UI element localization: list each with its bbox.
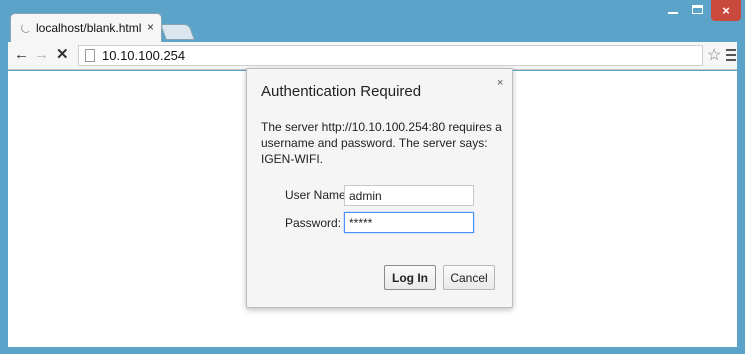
stop-icon[interactable]: ✕ [56, 46, 69, 64]
close-window-button[interactable]: × [711, 0, 741, 21]
page-icon [85, 49, 95, 62]
maximize-icon [692, 5, 703, 14]
new-tab-button[interactable] [160, 24, 195, 40]
toolbar: ← → ✕ 10.10.100.254 ☆ [8, 42, 737, 70]
dialog-message: The server http://10.10.100.254:80 requi… [261, 120, 502, 166]
username-label: User Name: [285, 188, 350, 202]
minimize-icon [668, 12, 678, 14]
password-input[interactable] [344, 212, 474, 233]
title-bar: localhost/blank.html × × [0, 0, 745, 42]
forward-arrow-icon[interactable]: → [34, 46, 49, 64]
spinner-icon [21, 23, 31, 33]
cancel-button[interactable]: Cancel [443, 265, 495, 290]
username-input[interactable] [344, 185, 474, 206]
tab-title: localhost/blank.html [36, 21, 142, 35]
url-text[interactable]: 10.10.100.254 [102, 48, 185, 63]
dialog-title: Authentication Required [261, 83, 422, 100]
password-label: Password: [285, 216, 342, 230]
back-arrow-icon[interactable]: ← [14, 46, 29, 64]
star-icon[interactable]: ☆ [707, 45, 721, 65]
menu-icon[interactable] [726, 49, 736, 61]
minimize-button[interactable] [660, 0, 686, 21]
tab-close-icon[interactable]: × [147, 20, 154, 34]
login-button[interactable]: Log In [384, 265, 436, 290]
dialog-close-icon[interactable]: × [497, 77, 503, 89]
auth-dialog: Authentication Required × The server htt… [246, 68, 513, 308]
close-icon: × [722, 3, 730, 18]
browser-window: localhost/blank.html × × ← → ✕ 10.10.100… [0, 0, 745, 354]
tab-localhost-blank[interactable]: localhost/blank.html × [10, 13, 162, 42]
maximize-button[interactable] [686, 0, 710, 21]
